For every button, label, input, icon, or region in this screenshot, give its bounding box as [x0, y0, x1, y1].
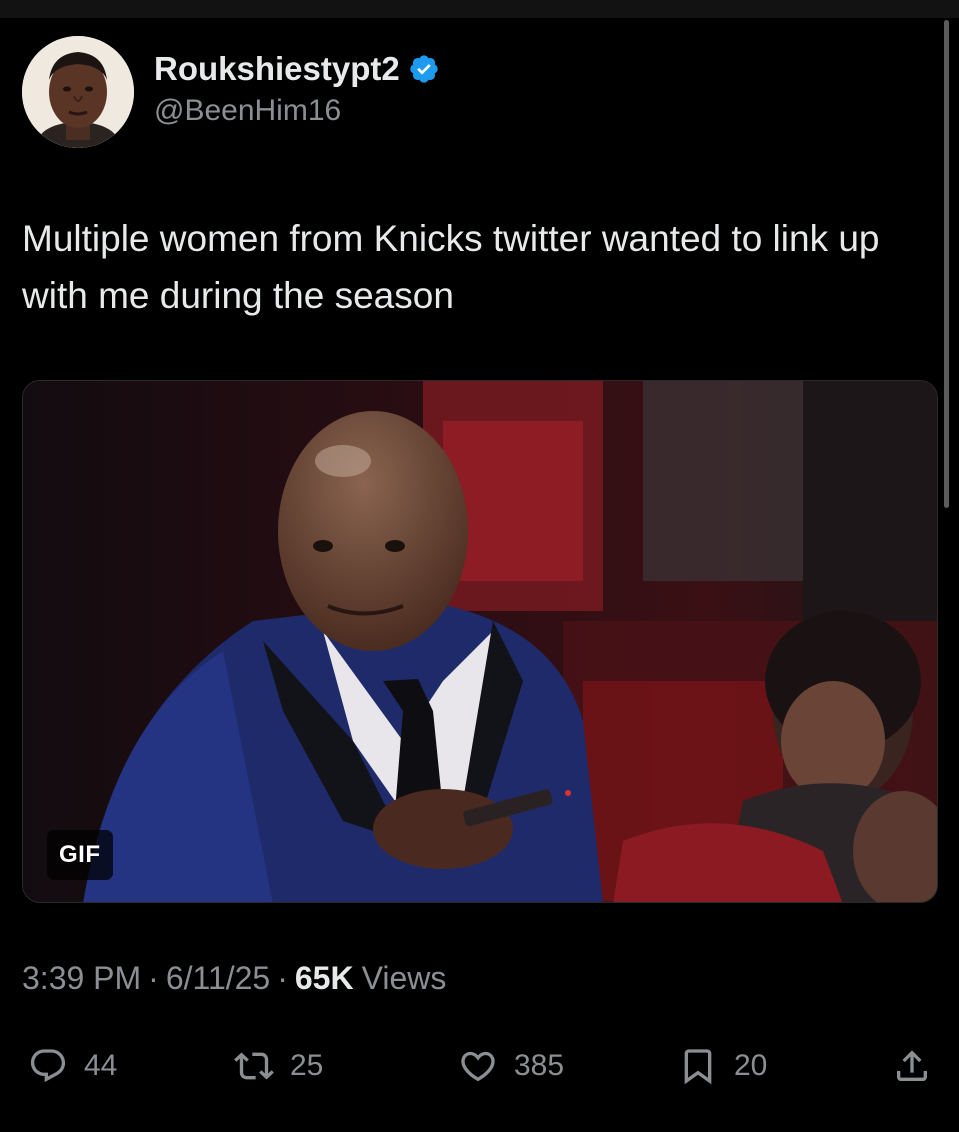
bookmark-icon	[684, 1049, 712, 1085]
display-name[interactable]: Roukshiestypt2	[154, 50, 400, 88]
tweet-time[interactable]: 3:39 PM	[22, 960, 141, 997]
gif-media[interactable]: GIF	[22, 380, 938, 903]
meta-separator: ·	[277, 960, 288, 996]
top-status-strip	[0, 0, 959, 18]
views-label: Views	[361, 960, 447, 996]
tweet-header: Roukshiestypt2 @BeenHim16	[22, 36, 440, 150]
scrollbar[interactable]	[944, 20, 949, 508]
bookmark-count: 20	[734, 1049, 768, 1082]
share-upload-icon	[897, 1050, 927, 1081]
gif-badge: GIF	[47, 830, 113, 880]
tweet-meta: 3:39 PM · 6/11/25 · 65K Views	[22, 960, 446, 997]
share-button[interactable]	[892, 1038, 932, 1094]
meta-separator: ·	[148, 960, 159, 996]
repost-arrows-icon	[234, 1052, 274, 1080]
reply-count: 44	[84, 1049, 118, 1082]
repost-count: 25	[290, 1049, 324, 1082]
avatar[interactable]	[22, 36, 134, 148]
like-count: 385	[514, 1049, 565, 1082]
user-names: Roukshiestypt2 @BeenHim16	[154, 50, 440, 128]
heart-icon	[461, 1051, 495, 1082]
reply-button[interactable]: 44	[28, 1038, 117, 1094]
reply-bubble-icon	[30, 1049, 66, 1083]
verified-badge-icon	[410, 55, 438, 83]
repost-button[interactable]: 25	[234, 1038, 323, 1094]
display-name-row: Roukshiestypt2	[154, 50, 440, 88]
tweet-date[interactable]: 6/11/25	[166, 960, 270, 997]
bookmark-button[interactable]: 20	[678, 1038, 767, 1094]
tweet-actions: 44 25 385 20	[22, 1038, 938, 1098]
like-button[interactable]: 385	[458, 1038, 564, 1094]
gif-frame-image	[23, 381, 937, 902]
tweet-text: Multiple women from Knicks twitter wante…	[22, 218, 880, 316]
user-handle[interactable]: @BeenHim16	[154, 94, 440, 128]
views-count: 65K	[294, 960, 354, 996]
